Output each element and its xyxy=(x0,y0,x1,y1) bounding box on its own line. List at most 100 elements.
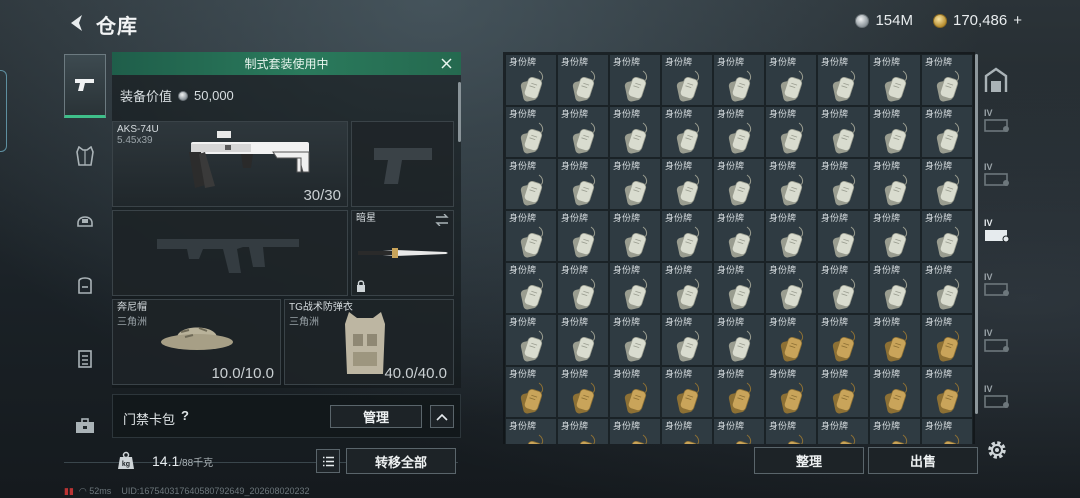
stash-item-cell[interactable]: 身份牌 xyxy=(557,106,609,158)
list-view-button[interactable] xyxy=(316,449,340,473)
armor-slot[interactable]: TG战术防弹衣 三角洲 40.0/40.0 xyxy=(284,299,454,385)
stash-item-cell[interactable]: 身份牌 xyxy=(505,54,557,106)
stash-item-cell[interactable]: 身份牌 xyxy=(661,210,713,262)
stash-item-cell[interactable]: 身份牌 xyxy=(921,262,973,314)
stash-item-cell[interactable]: 身份牌 xyxy=(661,106,713,158)
stash-item-cell[interactable]: 身份牌 xyxy=(765,366,817,418)
stash-item-cell[interactable]: 身份牌 xyxy=(557,210,609,262)
stash-tab-5[interactable]: IV xyxy=(982,324,1014,358)
stash-tab-2[interactable]: IV xyxy=(982,158,1014,192)
stash-item-cell[interactable]: 身份牌 xyxy=(661,418,713,444)
stash-item-cell[interactable]: 身份牌 xyxy=(869,210,921,262)
stash-tab-3-active[interactable]: IV xyxy=(982,214,1014,248)
loadout-scrollbar[interactable] xyxy=(458,82,461,142)
stash-item-cell[interactable]: 身份牌 xyxy=(557,314,609,366)
stash-item-cell[interactable]: 身份牌 xyxy=(505,314,557,366)
category-backpack-tab[interactable] xyxy=(64,252,106,316)
stash-item-cell[interactable]: 身份牌 xyxy=(817,54,869,106)
stash-item-cell[interactable]: 身份牌 xyxy=(557,262,609,314)
category-rig-tab[interactable] xyxy=(64,326,106,390)
stash-scrollbar[interactable] xyxy=(975,54,978,414)
stash-item-cell[interactable]: 身份牌 xyxy=(921,314,973,366)
stash-item-cell[interactable]: 身份牌 xyxy=(869,418,921,444)
stash-item-cell[interactable]: 身份牌 xyxy=(609,210,661,262)
stash-item-cell[interactable]: 身份牌 xyxy=(505,106,557,158)
stash-item-cell[interactable]: 身份牌 xyxy=(661,54,713,106)
stash-item-cell[interactable]: 身份牌 xyxy=(765,418,817,444)
stash-item-cell[interactable]: 身份牌 xyxy=(661,366,713,418)
stash-item-cell[interactable]: 身份牌 xyxy=(817,418,869,444)
stash-item-cell[interactable]: 身份牌 xyxy=(817,158,869,210)
left-edge-handle[interactable] xyxy=(0,70,7,152)
stash-item-cell[interactable]: 身份牌 xyxy=(505,210,557,262)
stash-item-cell[interactable]: 身份牌 xyxy=(765,158,817,210)
stash-item-cell[interactable]: 身份牌 xyxy=(765,210,817,262)
stash-item-cell[interactable]: 身份牌 xyxy=(921,158,973,210)
stash-item-cell[interactable]: 身份牌 xyxy=(505,158,557,210)
stash-item-cell[interactable]: 身份牌 xyxy=(661,158,713,210)
stash-item-cell[interactable]: 身份牌 xyxy=(765,262,817,314)
helmet-slot[interactable]: 奔尼帽 三角洲 10.0/10.0 xyxy=(112,299,281,385)
stash-item-cell[interactable]: 身份牌 xyxy=(713,158,765,210)
stash-item-cell[interactable]: 身份牌 xyxy=(557,366,609,418)
stash-item-cell[interactable]: 身份牌 xyxy=(609,158,661,210)
stash-item-cell[interactable]: 身份牌 xyxy=(609,54,661,106)
stash-item-cell[interactable]: 身份牌 xyxy=(817,262,869,314)
stash-item-cell[interactable]: 身份牌 xyxy=(505,262,557,314)
stash-item-cell[interactable]: 身份牌 xyxy=(869,54,921,106)
transfer-all-button[interactable]: 转移全部 xyxy=(346,448,456,474)
sell-button[interactable]: 出售 xyxy=(868,447,978,474)
stash-item-cell[interactable]: 身份牌 xyxy=(713,418,765,444)
category-armor-tab[interactable] xyxy=(64,124,106,188)
melee-slot[interactable]: 暗星 xyxy=(351,210,454,296)
stash-item-cell[interactable]: 身份牌 xyxy=(921,366,973,418)
stash-item-cell[interactable]: 身份牌 xyxy=(869,158,921,210)
sort-button[interactable]: 整理 xyxy=(754,447,864,474)
stash-item-cell[interactable]: 身份牌 xyxy=(869,314,921,366)
category-helmet-tab[interactable] xyxy=(64,188,106,252)
stash-item-cell[interactable]: 身份牌 xyxy=(609,262,661,314)
stash-item-cell[interactable]: 身份牌 xyxy=(869,106,921,158)
stash-item-cell[interactable]: 身份牌 xyxy=(505,366,557,418)
stash-tab-6[interactable]: IV xyxy=(982,380,1014,414)
stash-item-cell[interactable]: 身份牌 xyxy=(765,314,817,366)
stash-tab-4[interactable]: IV xyxy=(982,268,1014,302)
stash-item-cell[interactable]: 身份牌 xyxy=(817,210,869,262)
stash-item-cell[interactable]: 身份牌 xyxy=(609,314,661,366)
stash-tab-home[interactable] xyxy=(982,66,1014,100)
stash-item-cell[interactable]: 身份牌 xyxy=(817,366,869,418)
stash-item-cell[interactable]: 身份牌 xyxy=(609,106,661,158)
secondary-weapon-slot[interactable] xyxy=(112,210,348,296)
stash-item-cell[interactable]: 身份牌 xyxy=(713,314,765,366)
expand-button[interactable] xyxy=(430,405,454,428)
stash-item-cell[interactable]: 身份牌 xyxy=(921,106,973,158)
stash-item-cell[interactable]: 身份牌 xyxy=(713,106,765,158)
stash-item-cell[interactable]: 身份牌 xyxy=(661,314,713,366)
manage-button[interactable]: 管理 xyxy=(330,405,422,428)
stash-item-cell[interactable]: 身份牌 xyxy=(817,314,869,366)
kit-banner-close-button[interactable] xyxy=(437,54,455,72)
pistol-slot[interactable] xyxy=(351,121,454,207)
stash-item-cell[interactable]: 身份牌 xyxy=(609,418,661,444)
primary-weapon-slot[interactable]: AKS-74U 5.45x39 30/30 xyxy=(112,121,348,207)
stash-item-cell[interactable]: 身份牌 xyxy=(921,54,973,106)
card-pack-help-button[interactable]: ? xyxy=(181,408,189,423)
stash-item-cell[interactable]: 身份牌 xyxy=(505,418,557,444)
category-case-tab[interactable] xyxy=(64,394,106,458)
stash-item-cell[interactable]: 身份牌 xyxy=(713,366,765,418)
stash-item-cell[interactable]: 身份牌 xyxy=(921,418,973,444)
stash-item-cell[interactable]: 身份牌 xyxy=(817,106,869,158)
stash-item-cell[interactable]: 身份牌 xyxy=(765,54,817,106)
stash-item-cell[interactable]: 身份牌 xyxy=(869,262,921,314)
add-currency-button[interactable]: + xyxy=(1013,12,1022,29)
settings-button[interactable] xyxy=(985,438,1009,462)
stash-item-cell[interactable]: 身份牌 xyxy=(557,418,609,444)
stash-item-cell[interactable]: 身份牌 xyxy=(921,210,973,262)
stash-item-cell[interactable]: 身份牌 xyxy=(557,54,609,106)
stash-item-cell[interactable]: 身份牌 xyxy=(661,262,713,314)
stash-item-cell[interactable]: 身份牌 xyxy=(869,366,921,418)
stash-tab-1[interactable]: IV xyxy=(982,104,1014,138)
stash-item-cell[interactable]: 身份牌 xyxy=(765,106,817,158)
stash-item-cell[interactable]: 身份牌 xyxy=(609,366,661,418)
category-weapons-tab[interactable] xyxy=(64,54,106,118)
